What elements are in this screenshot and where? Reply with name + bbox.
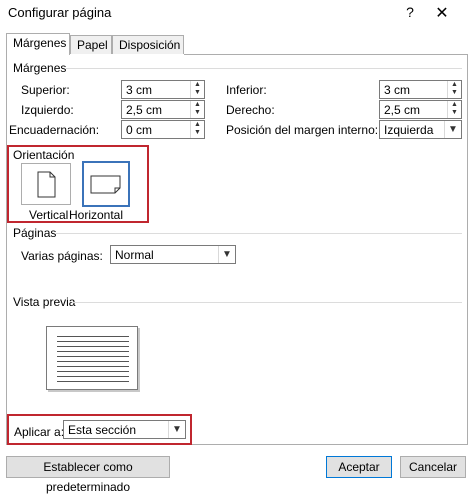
posicion-select[interactable]: Izquierda ▼ [379,120,462,139]
varias-paginas-select[interactable]: Normal ▼ [110,245,236,264]
horizontal-orientation-button[interactable] [82,161,130,207]
spin-up-icon[interactable]: ▲ [191,81,204,89]
varias-paginas-label: Varias páginas: [21,249,103,263]
superior-spin-arrows[interactable]: ▲ ▼ [190,81,204,98]
orientation-group-label: Orientación [13,148,75,162]
portrait-page-icon [37,171,56,198]
varias-paginas-value: Normal [115,248,154,262]
accept-button[interactable]: Aceptar [326,456,392,478]
spin-down-icon[interactable]: ▼ [191,89,204,97]
tab-papel[interactable]: Papel [70,35,112,54]
encuadernacion-spin-arrows[interactable]: ▲ ▼ [190,121,204,138]
spin-down-icon[interactable]: ▼ [191,109,204,117]
margins-separator [66,68,462,69]
preview-text-line [57,376,129,377]
superior-value: 3 cm [126,83,153,97]
derecho-label: Derecho: [226,103,275,117]
tab-disposicion[interactable]: Disposición [112,35,184,54]
preview-text-line [57,371,129,372]
derecho-stepper[interactable]: 2,5 cm ▲ ▼ [379,100,462,119]
aplicar-value: Esta sección [68,423,137,437]
preview-text-line [57,356,129,357]
page-preview [46,326,138,390]
spin-up-icon[interactable]: ▲ [448,101,461,109]
spin-up-icon[interactable]: ▲ [191,121,204,129]
spin-down-icon[interactable]: ▼ [448,89,461,97]
chevron-down-icon[interactable]: ▼ [168,421,185,438]
posicion-value: Izquierda [384,123,434,137]
landscape-page-icon [90,175,121,194]
derecho-spin-arrows[interactable]: ▲ ▼ [447,101,461,118]
preview-text-line [57,361,129,362]
help-button[interactable]: ? [400,4,420,20]
pages-separator [56,233,462,234]
spin-up-icon[interactable]: ▲ [191,101,204,109]
tab-margenes[interactable]: Márgenes [6,33,70,55]
izquierdo-value: 2,5 cm [126,103,163,117]
vertical-label: Vertical [29,208,69,222]
cancel-button[interactable]: Cancelar [400,456,466,478]
derecho-value: 2,5 cm [384,103,421,117]
aplicar-label: Aplicar a: [14,425,65,439]
encuadernacion-label: Encuadernación: [9,123,100,137]
vertical-orientation-button[interactable] [21,163,71,205]
preview-text-line [57,366,129,367]
inferior-label: Inferior: [226,83,267,97]
spin-down-icon[interactable]: ▼ [448,109,461,117]
spin-down-icon[interactable]: ▼ [191,129,204,137]
superior-label: Superior: [21,83,70,97]
preview-separator [72,302,462,303]
margins-group-label: Márgenes [13,61,67,75]
izquierdo-spin-arrows[interactable]: ▲ ▼ [190,101,204,118]
encuadernacion-value: 0 cm [126,123,153,137]
preview-text-line [57,336,129,337]
preview-text-line [57,351,129,352]
aplicar-select[interactable]: Esta sección ▼ [63,420,186,439]
spin-up-icon[interactable]: ▲ [448,81,461,89]
chevron-down-icon[interactable]: ▼ [218,246,235,263]
superior-stepper[interactable]: 3 cm ▲ ▼ [121,80,205,99]
izquierdo-stepper[interactable]: 2,5 cm ▲ ▼ [121,100,205,119]
izquierdo-label: Izquierdo: [21,103,74,117]
set-default-button[interactable]: Establecer como predeterminado [6,456,170,494]
preview-text-line [57,381,129,382]
inferior-stepper[interactable]: 3 cm ▲ ▼ [379,80,462,99]
posicion-label: Posición del margen interno: [226,123,379,137]
preview-text-line [57,346,129,347]
inferior-spin-arrows[interactable]: ▲ ▼ [447,81,461,98]
horizontal-label: Horizontal [69,208,124,222]
inferior-value: 3 cm [384,83,411,97]
encuadernacion-stepper[interactable]: 0 cm ▲ ▼ [121,120,205,139]
chevron-down-icon[interactable]: ▼ [444,121,461,138]
window-title: Configurar página [8,5,112,20]
preview-group-label: Vista previa [13,295,76,309]
pages-group-label: Páginas [13,226,57,240]
preview-text-line [57,341,129,342]
close-button[interactable]: ✕ [432,3,452,23]
